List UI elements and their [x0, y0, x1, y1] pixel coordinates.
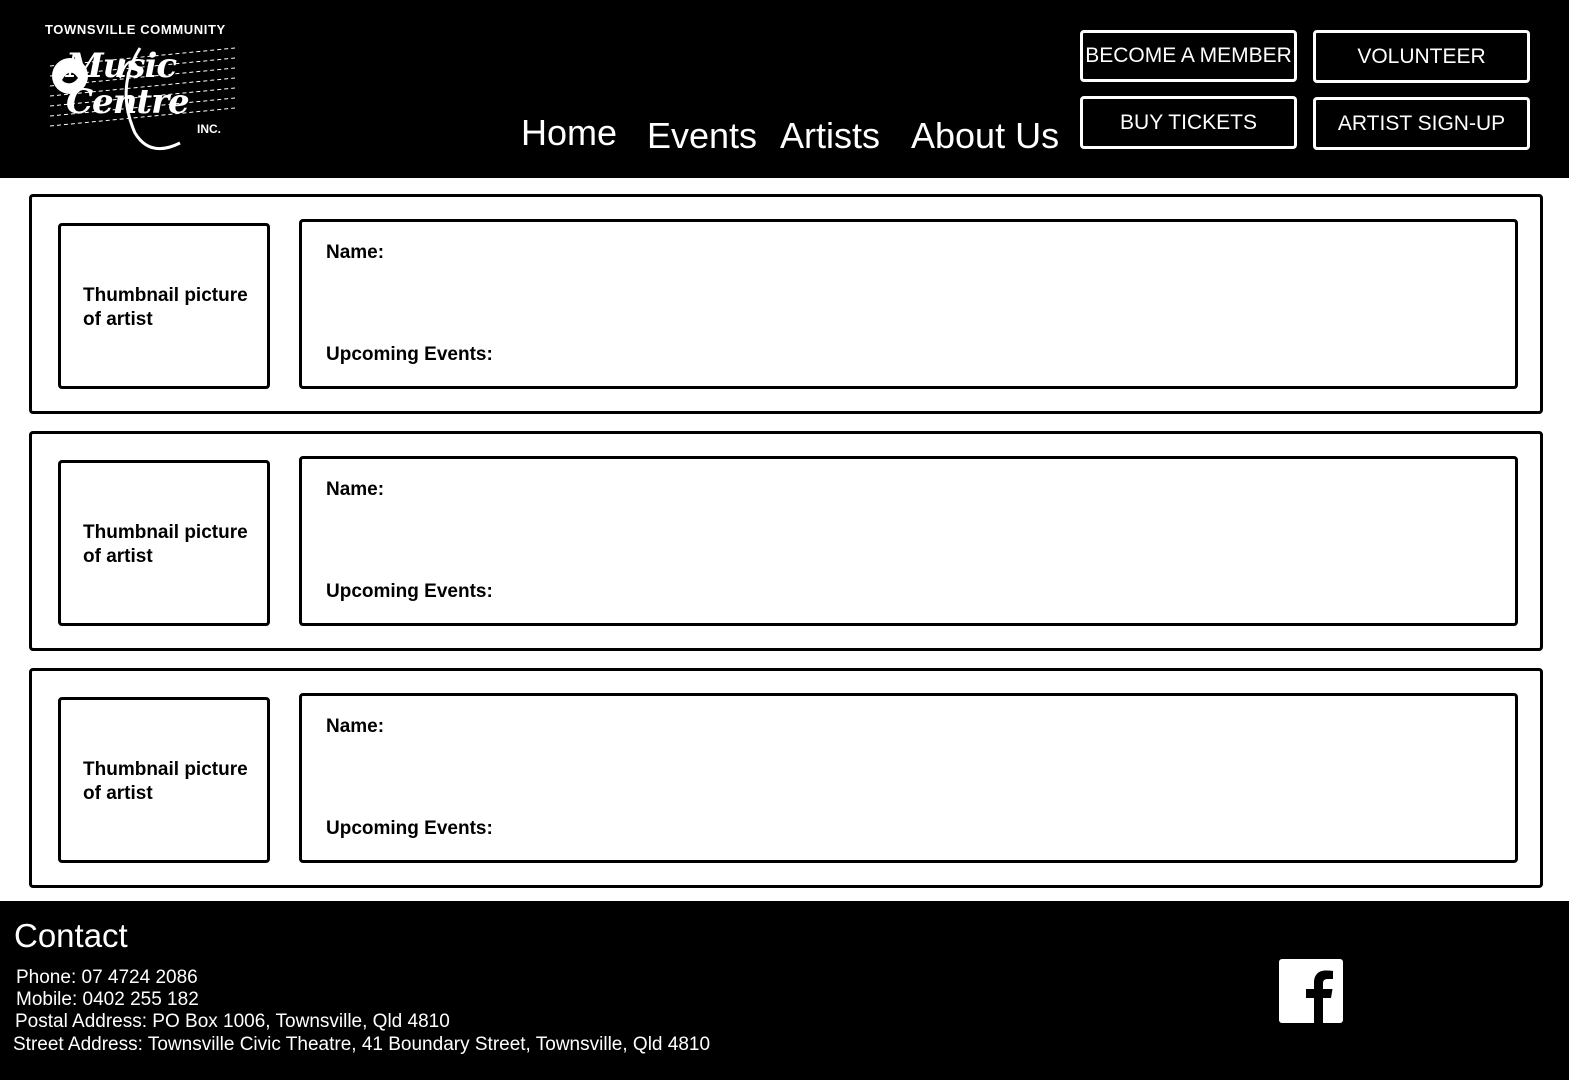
artist-upcoming-events-label: Upcoming Events:: [326, 581, 493, 602]
artist-info-panel: Name: Upcoming Events:: [299, 693, 1518, 863]
site-logo[interactable]: TOWNSVILLE COMMUNITY Music Centre INC.: [40, 18, 245, 163]
buy-tickets-button[interactable]: BUY TICKETS: [1080, 96, 1297, 149]
site-header: TOWNSVILLE COMMUNITY Music Centre INC. H…: [0, 0, 1569, 178]
artist-card: Thumbnail picture of artist Name: Upcomi…: [29, 431, 1543, 651]
contact-heading: Contact: [14, 917, 128, 954]
thumbnail-label: Thumbnail picture of artist: [83, 285, 248, 330]
nav-about-us[interactable]: About Us: [911, 115, 1059, 157]
thumbnail-label: Thumbnail picture of artist: [83, 759, 248, 804]
artist-card: Thumbnail picture of artist Name: Upcomi…: [29, 194, 1543, 414]
artist-upcoming-events-label: Upcoming Events:: [326, 818, 493, 839]
thumbnail-label: Thumbnail picture of artist: [83, 522, 248, 567]
contact-street-address: Street Address: Townsville Civic Theatre…: [13, 1034, 711, 1055]
contact-phone: Phone: 07 4724 2086: [16, 967, 198, 988]
artist-upcoming-events-label: Upcoming Events:: [326, 344, 493, 365]
artist-thumbnail[interactable]: Thumbnail picture of artist: [58, 223, 270, 389]
logo-inc-text: INC.: [197, 122, 221, 136]
artist-name-label: Name:: [326, 242, 385, 263]
nav-artists[interactable]: Artists: [780, 115, 880, 157]
artist-name-label: Name:: [326, 479, 385, 500]
become-member-button[interactable]: BECOME A MEMBER: [1080, 30, 1297, 82]
contact-mobile: Mobile: 0402 255 182: [16, 989, 199, 1010]
artist-info-panel: Name: Upcoming Events:: [299, 219, 1518, 389]
nav-home[interactable]: Home: [521, 112, 617, 154]
site-footer: Contact Phone: 07 4724 2086 Mobile: 0402…: [0, 901, 1569, 1080]
artist-name-label: Name:: [326, 716, 385, 737]
facebook-icon[interactable]: [1279, 959, 1343, 1023]
artist-card: Thumbnail picture of artist Name: Upcomi…: [29, 668, 1543, 888]
logo-script-text: Music Centre: [66, 46, 190, 122]
volunteer-button[interactable]: VOLUNTEER: [1313, 30, 1530, 83]
nav-events[interactable]: Events: [647, 115, 757, 157]
artist-thumbnail[interactable]: Thumbnail picture of artist: [58, 697, 270, 863]
artist-info-panel: Name: Upcoming Events:: [299, 456, 1518, 626]
artist-signup-button[interactable]: ARTIST SIGN-UP: [1313, 97, 1530, 150]
contact-postal-address: Postal Address: PO Box 1006, Townsville,…: [15, 1011, 450, 1032]
artist-thumbnail[interactable]: Thumbnail picture of artist: [58, 460, 270, 626]
